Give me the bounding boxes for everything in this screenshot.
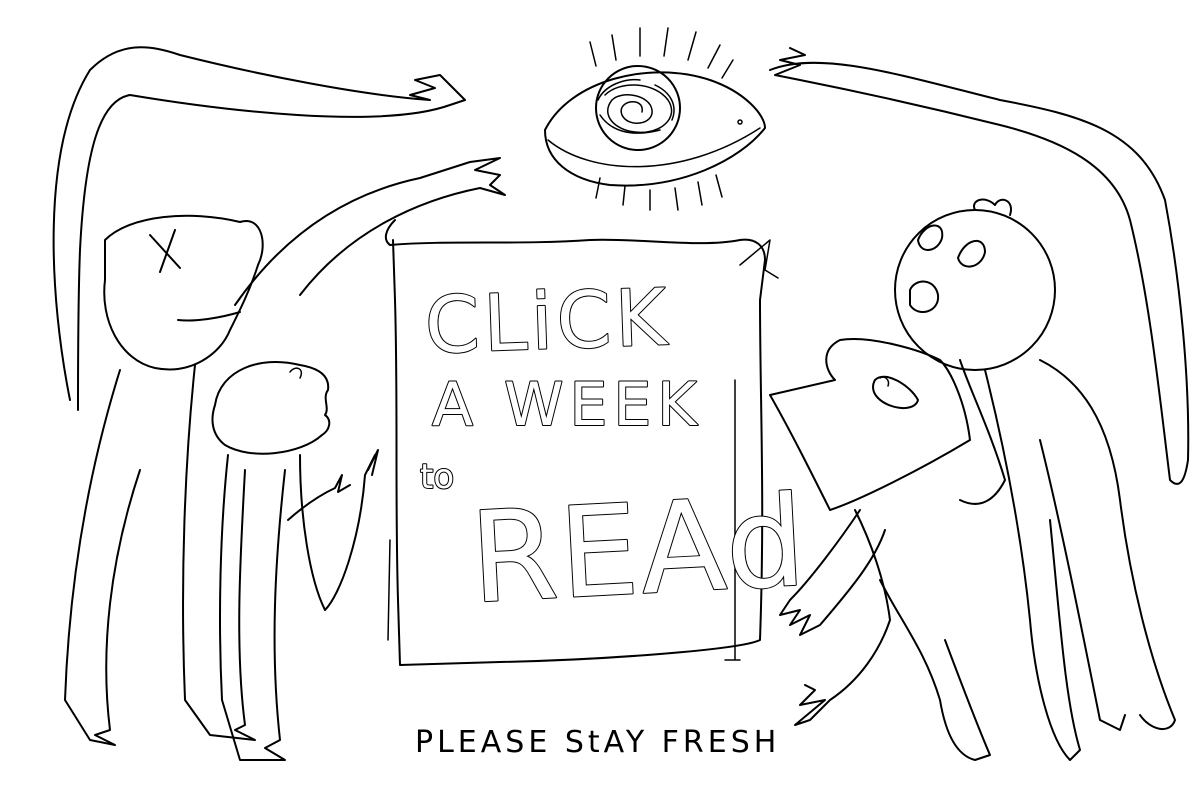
mouth-icon (909, 280, 940, 314)
eye-icon (957, 240, 986, 268)
small-left-figure (211, 360, 379, 761)
caption-text: PLEASE StAY FRESH (415, 725, 780, 760)
right-round-figure (769, 47, 1190, 761)
sign-line-to: to (420, 457, 454, 497)
sign-line-click: CLiCK (424, 273, 672, 372)
drawing-canvas: CLiCK A WEEK to REAd PLEASE StAY FRESH (52, 27, 1190, 761)
floating-eye (544, 27, 766, 211)
eyelashes-top (589, 27, 734, 79)
x-eye-icon (149, 229, 181, 273)
eye-icon (872, 375, 919, 409)
sign-line-week: A WEEK (432, 370, 703, 440)
sign-line-read: REAd (467, 469, 811, 631)
eyelashes-bottom (595, 174, 723, 211)
